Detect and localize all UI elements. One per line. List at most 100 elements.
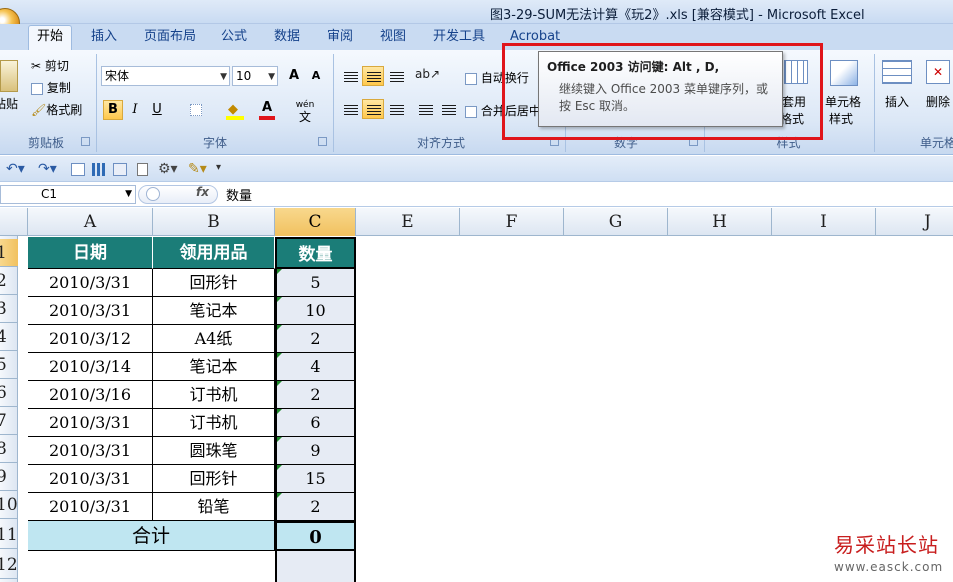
table-header-quantity[interactable]: 数量	[275, 237, 356, 269]
align-bottom-button[interactable]	[385, 66, 407, 86]
sheet-icon[interactable]	[71, 163, 85, 176]
decrease-indent-button[interactable]	[414, 99, 436, 119]
tab-formulas[interactable]: 公式	[221, 26, 247, 50]
row-header-11[interactable]: 11	[0, 521, 18, 549]
chart-icon[interactable]	[92, 163, 106, 176]
formula-input[interactable]: 数量	[226, 185, 252, 204]
align-center-button[interactable]	[362, 99, 384, 119]
table-cell-item[interactable]: 订书机	[153, 409, 275, 437]
align-left-button[interactable]	[339, 99, 361, 119]
column-header-c[interactable]: C	[275, 208, 356, 236]
clipboard-launcher-icon[interactable]	[81, 137, 90, 146]
table-cell-item[interactable]: 回形针	[153, 269, 275, 297]
new-document-icon[interactable]	[137, 163, 148, 176]
cut-button[interactable]: ✂ 剪切	[31, 57, 69, 74]
row-header-2[interactable]: 2	[0, 267, 18, 295]
table-cell-quantity[interactable]: 4	[275, 353, 356, 381]
tab-home[interactable]: 开始	[28, 25, 72, 51]
table-cell-quantity[interactable]: 5	[275, 269, 356, 297]
insert-cells-icon[interactable]	[882, 60, 912, 84]
table-header-date[interactable]: 日期	[28, 237, 153, 269]
table-cell-item[interactable]: A4纸	[153, 325, 275, 353]
font-color-button[interactable]: A	[257, 98, 277, 118]
column-header-e[interactable]: E	[356, 208, 460, 236]
table-cell-date[interactable]: 2010/3/31	[28, 437, 153, 465]
expand-icon[interactable]	[146, 187, 160, 201]
table-cell-item[interactable]: 回形针	[153, 465, 275, 493]
settings-icon[interactable]: ⚙▾	[158, 161, 178, 177]
tab-developer[interactable]: 开发工具	[433, 26, 485, 50]
shrink-font-button[interactable]: A	[306, 66, 326, 86]
paste-icon[interactable]	[0, 60, 18, 92]
table-cell-date[interactable]: 2010/3/31	[28, 269, 153, 297]
align-top-button[interactable]	[339, 66, 361, 86]
tab-page-layout[interactable]: 页面布局	[144, 26, 196, 50]
row-header-12[interactable]: 12	[0, 551, 18, 579]
insert-cells-button[interactable]: 插入	[885, 93, 909, 110]
table-cell-quantity[interactable]: 9	[275, 437, 356, 465]
format-painter-button[interactable]: 🖌格式刷	[31, 101, 82, 118]
align-right-button[interactable]	[385, 99, 407, 119]
column-header-a[interactable]: A	[28, 208, 153, 236]
row-header-1[interactable]: 1	[0, 239, 18, 267]
table-cell-quantity[interactable]: 15	[275, 465, 356, 493]
table-header-item[interactable]: 领用用品	[153, 237, 275, 269]
row-header-6[interactable]: 6	[0, 379, 18, 407]
column-header-i[interactable]: I	[772, 208, 876, 236]
redo-icon[interactable]: ↷▾	[38, 161, 57, 177]
paste-button[interactable]: 粘贴	[0, 95, 18, 112]
align-middle-button[interactable]	[362, 66, 384, 86]
table-cell-item[interactable]: 笔记本	[153, 353, 275, 381]
row-header-9[interactable]: 9	[0, 463, 18, 491]
delete-cells-button[interactable]: 删除	[926, 93, 950, 110]
increase-indent-button[interactable]	[437, 99, 459, 119]
underline-button[interactable]: U	[147, 100, 167, 120]
total-label[interactable]: 合计	[28, 521, 275, 551]
preview-icon[interactable]	[113, 163, 127, 176]
row-header-3[interactable]: 3	[0, 295, 18, 323]
column-header-g[interactable]: G	[564, 208, 668, 236]
row-header-5[interactable]: 5	[0, 351, 18, 379]
table-cell-item[interactable]: 铅笔	[153, 493, 275, 521]
table-cell-quantity[interactable]: 10	[275, 297, 356, 325]
row-header-8[interactable]: 8	[0, 435, 18, 463]
table-cell-quantity[interactable]: 2	[275, 381, 356, 409]
row-header-4[interactable]: 4	[0, 323, 18, 351]
tab-view[interactable]: 视图	[380, 26, 406, 50]
undo-icon[interactable]: ↶▾	[6, 161, 25, 177]
table-cell-quantity[interactable]: 2	[275, 493, 356, 521]
table-cell-quantity[interactable]: 2	[275, 325, 356, 353]
font-launcher-icon[interactable]	[318, 137, 327, 146]
table-cell-quantity[interactable]: 6	[275, 409, 356, 437]
column-header-h[interactable]: H	[668, 208, 772, 236]
table-cell-date[interactable]: 2010/3/31	[28, 493, 153, 521]
tab-data[interactable]: 数据	[274, 26, 300, 50]
delete-cells-icon[interactable]: ✕	[926, 60, 950, 84]
bold-button[interactable]: B	[103, 100, 123, 120]
column-header-j[interactable]: J	[876, 208, 953, 236]
name-box[interactable]: C1 ▼	[0, 185, 136, 204]
row-header-7[interactable]: 7	[0, 407, 18, 435]
empty-cell-c12[interactable]	[275, 551, 356, 582]
format-painter-icon[interactable]: ✎▾	[188, 161, 207, 177]
table-cell-date[interactable]: 2010/3/31	[28, 297, 153, 325]
table-cell-item[interactable]: 圆珠笔	[153, 437, 275, 465]
cell-styles-label-1[interactable]: 单元格	[825, 93, 861, 110]
table-cell-date[interactable]: 2010/3/31	[28, 409, 153, 437]
tab-insert[interactable]: 插入	[91, 26, 117, 50]
customize-toolbar-icon[interactable]: ▾	[216, 162, 221, 173]
column-header-f[interactable]: F	[460, 208, 564, 236]
column-header-b[interactable]: B	[153, 208, 275, 236]
font-name-combo[interactable]: 宋体 ▼	[101, 66, 230, 86]
italic-button[interactable]: I	[125, 100, 145, 120]
tab-review[interactable]: 审阅	[327, 26, 353, 50]
table-cell-date[interactable]: 2010/3/14	[28, 353, 153, 381]
orientation-button[interactable]: ab↗	[414, 66, 440, 86]
insert-function-button[interactable]: fx	[196, 185, 209, 199]
table-cell-item[interactable]: 笔记本	[153, 297, 275, 325]
font-size-combo[interactable]: 10 ▼	[232, 66, 278, 86]
total-value[interactable]: 0	[275, 521, 356, 551]
borders-button[interactable]	[186, 100, 206, 120]
grow-font-button[interactable]: A	[284, 66, 304, 86]
phonetic-button[interactable]: wén 文	[292, 98, 318, 123]
